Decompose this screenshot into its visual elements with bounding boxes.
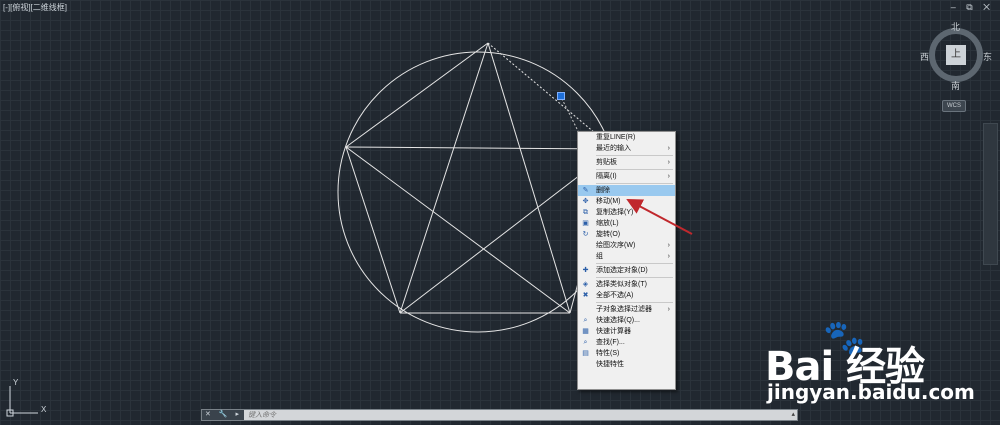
ucs-axes [6, 386, 38, 417]
ucs-icon: Y X [4, 378, 54, 418]
watermark-url: jingyan.baidu.com [767, 380, 975, 404]
command-input[interactable] [248, 410, 788, 420]
baidu-jingyan-watermark: 🐾 Bai 经验 jingyan.baidu.com [765, 318, 990, 408]
ucs-y-label: Y [13, 378, 19, 387]
command-line: ✕ 🔧 ▸ ▴ [201, 409, 798, 421]
command-history-toggle[interactable]: ▴ [791, 410, 795, 420]
command-line-buttons[interactable]: ✕ 🔧 ▸ [202, 410, 244, 420]
ucs-x-label: X [41, 405, 47, 414]
